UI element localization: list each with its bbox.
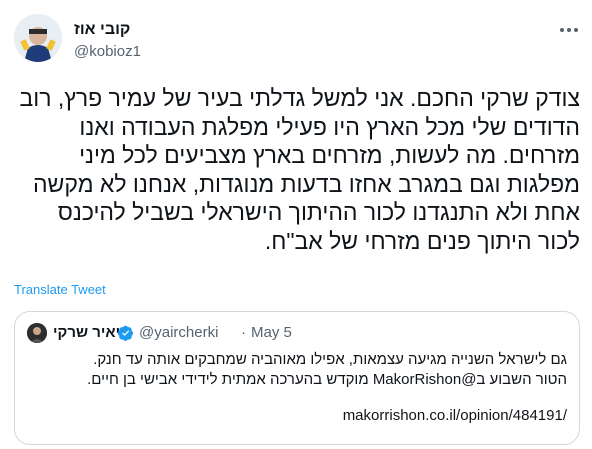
quoted-tweet-header: יאיר שרקי @yaircherki · May 5: [15, 323, 579, 343]
avatar-image: [14, 14, 62, 62]
quoted-tweet-link[interactable]: makorrishon.co.il/opinion/484191/: [343, 406, 567, 426]
verified-badge-icon: [118, 325, 133, 341]
quoted-tweet-line-1: גם לישראל השנייה מגיעה עצמאות, אפילו מאו…: [93, 351, 567, 368]
author-avatar[interactable]: [14, 14, 62, 62]
more-options-icon[interactable]: [557, 22, 581, 38]
author-info[interactable]: קובי אוז @kobioz1: [74, 20, 141, 62]
quoted-author-handle[interactable]: @yaircherki: [139, 323, 218, 343]
quoted-author-avatar[interactable]: [27, 323, 47, 343]
quoted-avatar-image: [27, 323, 47, 343]
translate-tweet-link[interactable]: Translate Tweet: [14, 282, 106, 297]
author-handle[interactable]: @kobioz1: [74, 42, 141, 62]
tweet-body: צודק שרקי החכם. אני למשל גדלתי בעיר של ע…: [19, 85, 580, 254]
quoted-tweet-card[interactable]: יאיר שרקי @yaircherki · May 5 גם לישראל …: [14, 311, 580, 445]
quoted-tweet-body: גם לישראל השנייה מגיעה עצמאות, אפילו מאו…: [27, 350, 567, 390]
author-display-name[interactable]: קובי אוז: [74, 20, 141, 40]
quoted-author-display-name[interactable]: יאיר שרקי: [53, 323, 120, 343]
quoted-tweet-line-2: הטור השבוע ב@MakorRishon מוקדש בהערכה אמ…: [87, 371, 567, 388]
separator-dot: ·: [241, 324, 246, 341]
quoted-tweet-date[interactable]: May 5: [251, 323, 292, 343]
